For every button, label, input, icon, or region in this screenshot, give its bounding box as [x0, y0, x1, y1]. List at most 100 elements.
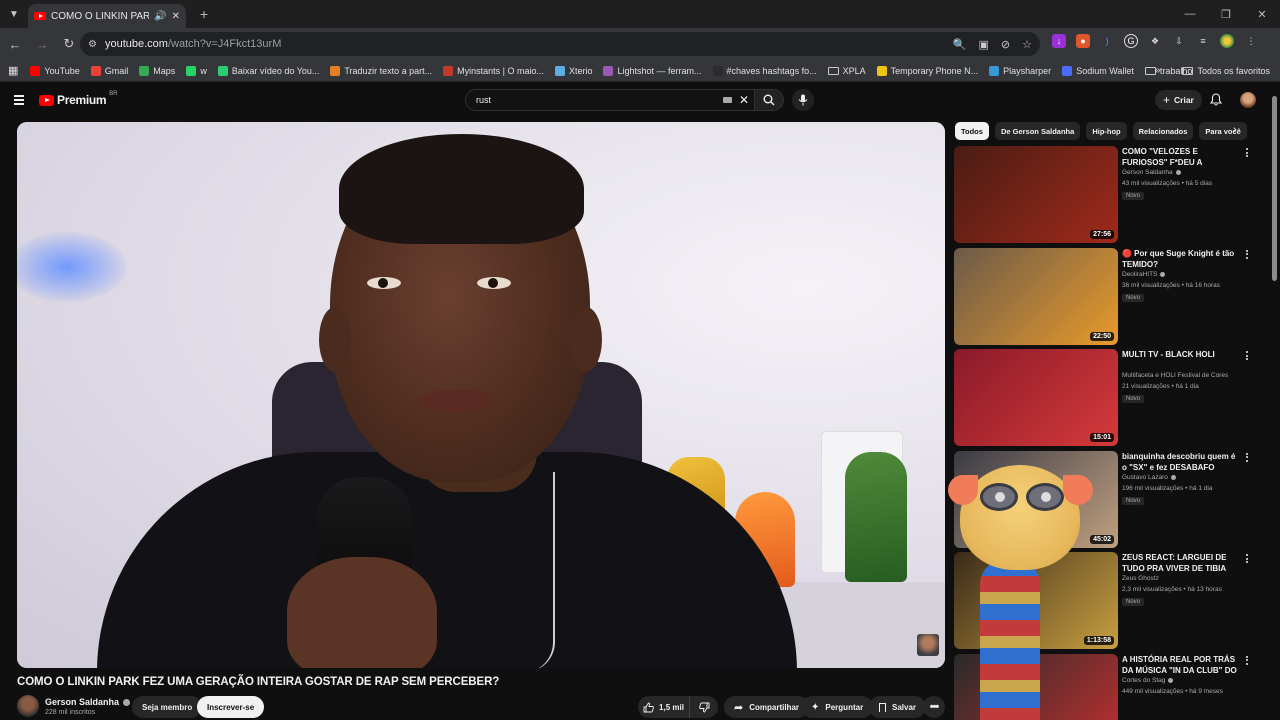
video-title-link[interactable]: ZEUS REACT: LARGUEI DE TUDO PRA VIVER DE…	[1122, 552, 1240, 574]
channel-name[interactable]: DeoliraHITS	[1122, 271, 1157, 278]
user-avatar[interactable]	[1240, 92, 1256, 108]
bookmark-star-icon[interactable]: ☆	[1022, 38, 1032, 51]
subscribe-button[interactable]: Inscrever-se	[197, 696, 265, 718]
apps-grid-icon[interactable]: ▦	[8, 64, 18, 77]
filter-chip[interactable]: Todos	[955, 122, 989, 140]
audio-extension-icon[interactable]: )	[1100, 34, 1114, 48]
recommended-video[interactable]: 22:50 🔴 Por que Suge Knight é tão TEMIDO?…	[954, 247, 1254, 345]
like-button[interactable]: 1,5 mil	[638, 696, 690, 718]
voice-search-button[interactable]	[792, 89, 814, 111]
scrollbar-thumb[interactable]	[1272, 96, 1277, 281]
channel-avatar[interactable]	[17, 695, 39, 717]
more-vertical-icon[interactable]	[1244, 148, 1250, 157]
cast-icon[interactable]: ▣	[979, 38, 989, 51]
channel-name[interactable]: Gerson Saldanha	[1122, 169, 1173, 176]
channel-name[interactable]: Zeus Ghostz	[1122, 575, 1159, 582]
puzzle-extensions-icon[interactable]: ❖	[1148, 34, 1162, 48]
join-button[interactable]: Seja membro	[132, 696, 203, 718]
fox-extension-icon[interactable]: ●	[1076, 34, 1090, 48]
restore-icon[interactable]: ❐	[1208, 0, 1244, 28]
bookmark-item[interactable]: Sodium Wallet	[1062, 65, 1134, 76]
bookmark-label: Myinstants | O maio...	[457, 65, 544, 76]
bookmark-item[interactable]: Traduzir texto a part...	[330, 65, 432, 76]
downloads-icon[interactable]: ⇩	[1172, 34, 1186, 48]
bookmark-item[interactable]: Maps	[139, 65, 175, 76]
close-tab-icon[interactable]: ✕	[172, 11, 180, 22]
all-bookmarks[interactable]: » Todos os favoritos	[1155, 65, 1270, 76]
video-thumbnail[interactable]: 15:01	[954, 349, 1118, 446]
video-player[interactable]	[17, 122, 945, 668]
dislike-button[interactable]	[690, 702, 718, 713]
video-thumbnail[interactable]: 27:56	[954, 146, 1118, 243]
search-input[interactable]: rust ✕	[465, 89, 755, 111]
youtube-premium-logo[interactable]: Premium BR	[39, 91, 118, 107]
notifications-bell-icon[interactable]	[1209, 93, 1223, 111]
video-title-link[interactable]: 🔴 Por que Suge Knight é tão TEMIDO?	[1122, 248, 1240, 270]
video-title-link[interactable]: A HISTÓRIA REAL POR TRÁS DA MÚSICA "IN D…	[1122, 654, 1240, 676]
bookmark-item[interactable]: Playsharper	[989, 65, 1051, 76]
download-extension-icon[interactable]: ↓	[1052, 34, 1066, 48]
menu-hamburger-icon[interactable]	[14, 95, 24, 107]
bookmarks-bar: ▦ YouTube Gmail Maps w Baixar vídeo do You..…	[0, 60, 1280, 82]
save-button[interactable]: Salvar	[869, 696, 927, 718]
zoom-icon[interactable]: 🔍	[953, 38, 967, 51]
more-vertical-icon[interactable]	[1244, 452, 1250, 462]
keyboard-icon[interactable]	[723, 97, 732, 103]
bookmark-item[interactable]: Lightshot — ferram...	[603, 65, 702, 76]
more-actions-button[interactable]: •••	[923, 696, 945, 718]
more-vertical-icon[interactable]	[1244, 655, 1250, 665]
minimize-icon[interactable]: —	[1172, 0, 1208, 28]
video-duration: 15:01	[1090, 433, 1114, 442]
grammar-extension-icon[interactable]: G	[1124, 34, 1138, 48]
filter-chip[interactable]: De Gerson Saldanha	[994, 122, 1081, 140]
bookmark-item[interactable]: YouTube	[30, 65, 80, 76]
channel-name-row[interactable]: Gerson Saldanha	[45, 697, 131, 707]
chips-next-icon[interactable]: ›	[1233, 124, 1237, 136]
bookmark-item[interactable]: Gmail	[90, 65, 128, 76]
filter-chip[interactable]: Hip-hop	[1086, 122, 1127, 140]
create-button[interactable]: + Criar	[1155, 90, 1202, 110]
more-bookmarks-icon[interactable]: »	[1155, 65, 1161, 76]
site-info-icon[interactable]: ⚙	[88, 39, 97, 50]
bookmark-item[interactable]: XPLA	[827, 66, 866, 76]
more-vertical-icon[interactable]	[1244, 249, 1250, 259]
channel-name[interactable]: Cortes do Stag	[1122, 677, 1165, 684]
channel-name[interactable]: Multifaceta e HOLI Festival de Cores	[1122, 372, 1228, 379]
video-title-link[interactable]: COMO "VELOZES E FURIOSOS" F*DEU A CARREI…	[1122, 146, 1240, 168]
video-title-link[interactable]: MULTI TV - BLACK HOLI	[1122, 349, 1240, 360]
bookmark-item[interactable]: #chaves hashtags fo...	[712, 65, 817, 76]
bookmark-item[interactable]: Temporary Phone N...	[876, 65, 978, 76]
bookmark-item[interactable]: Myinstants | O maio...	[443, 65, 544, 76]
channel-name[interactable]: Gustavo Lazaro	[1122, 474, 1168, 481]
reading-list-icon[interactable]: ≡	[1196, 34, 1210, 48]
eye-off-icon[interactable]: ⊘	[1001, 38, 1010, 51]
clear-search-icon[interactable]: ✕	[739, 93, 749, 107]
browser-tab-active[interactable]: COMO O LINKIN PARK FEZ 🔊 ✕	[28, 4, 186, 28]
recommended-video[interactable]: 15:01 MULTI TV - BLACK HOLI Multifaceta e …	[954, 349, 1254, 446]
reload-button[interactable]: ↻	[57, 32, 81, 56]
channel-name[interactable]: Gerson Saldanha	[45, 697, 119, 707]
browser-menu-icon[interactable]: ⋮	[1244, 34, 1258, 48]
bookmark-item[interactable]: Xterio	[554, 65, 592, 76]
profile-icon[interactable]	[1220, 34, 1234, 48]
ask-button[interactable]: ✦ Perguntar	[801, 696, 874, 718]
video-title-link[interactable]: bianquinha descobriu quem é o "SX" e fez…	[1122, 451, 1240, 473]
search-button[interactable]	[754, 89, 784, 111]
more-vertical-icon[interactable]	[1244, 351, 1250, 360]
back-button[interactable]: ←	[3, 32, 27, 56]
recommended-video[interactable]: 27:56 COMO "VELOZES E FURIOSOS" F*DEU A C…	[954, 146, 1254, 243]
address-bar[interactable]: ⚙ youtube.com/watch?v=J4Fkct13urM 🔍 ▣ ⊘ …	[80, 32, 1040, 56]
bookmark-item[interactable]: w	[186, 65, 207, 76]
video-thumbnail[interactable]: 22:50	[954, 247, 1118, 345]
forward-button[interactable]: →	[30, 32, 54, 56]
close-window-icon[interactable]: ✕	[1244, 0, 1280, 28]
share-button[interactable]: ➦ Compartilhar	[724, 696, 810, 718]
tab-search-icon[interactable]: ▼	[0, 0, 28, 28]
channel-watermark[interactable]	[917, 634, 939, 656]
new-tab-button[interactable]: +	[192, 6, 216, 22]
filter-chip[interactable]: Para você	[1199, 122, 1247, 140]
bookmark-item[interactable]: Baixar vídeo do You...	[217, 65, 319, 76]
speaker-icon[interactable]: 🔊	[154, 11, 166, 22]
filter-chip[interactable]: Relacionados	[1132, 122, 1194, 140]
more-vertical-icon[interactable]	[1244, 554, 1250, 563]
